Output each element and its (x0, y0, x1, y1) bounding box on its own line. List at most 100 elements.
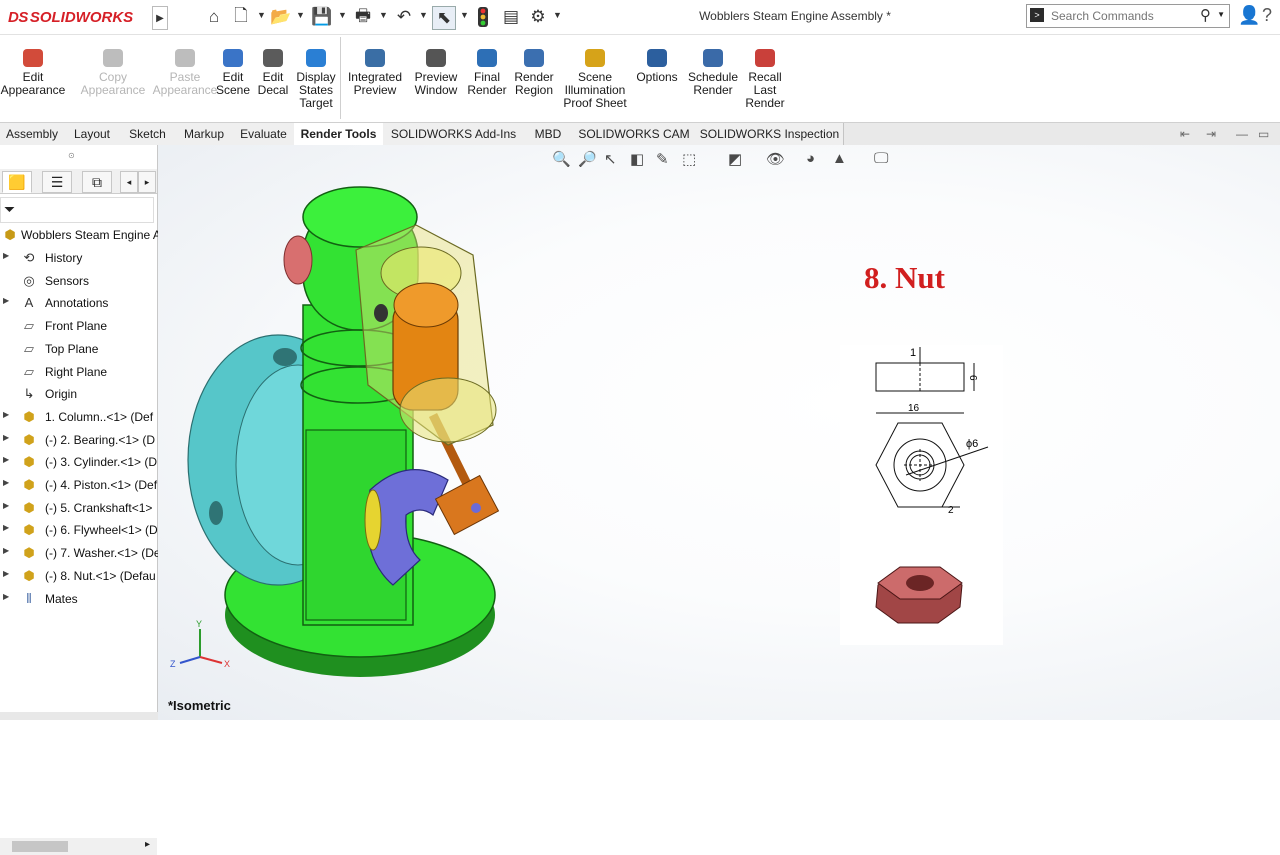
display-states-target-button[interactable]: Display States Target (292, 49, 340, 123)
previous-view-icon[interactable]: ↖ (604, 150, 617, 168)
tree-item[interactable]: ◎ Sensors (0, 270, 157, 292)
solidworks-logo[interactable]: DS SOLIDWORKS (2, 0, 150, 34)
window-restore-icon[interactable]: ⇤ (1180, 127, 1190, 141)
preview-window-button[interactable]: Preview Window (408, 49, 464, 123)
tree-item[interactable]: ▶ ⬢ (-) 4. Piston.<1> (Def (0, 474, 157, 496)
window-next-icon[interactable]: ⇥ (1206, 127, 1216, 141)
zoom-to-area-icon[interactable]: 🔎 (578, 150, 597, 168)
graphics-viewport[interactable]: Y X Z (158, 145, 1280, 720)
tab-assembly[interactable]: Assembly (0, 123, 65, 145)
edit-appearance-icon[interactable]: ◕ (806, 150, 815, 167)
panel-grip-icon[interactable]: ⊙ (68, 151, 75, 160)
open-dropdown-icon[interactable]: ▼ (296, 10, 305, 20)
expand-arrow-icon[interactable]: ▶ (3, 569, 9, 578)
tree-item[interactable]: ▶ ⬢ (-) 5. Crankshaft<1> (0, 497, 157, 519)
tab-solidworks-cam[interactable]: SOLIDWORKS CAM (572, 123, 697, 145)
tree-item[interactable]: ▶ A Annotations (0, 292, 157, 314)
scene-illumination-proofsheet-button[interactable]: Scene Illumination Proof Sheet (558, 49, 632, 123)
scroll-left-icon[interactable]: ◂ (120, 171, 138, 193)
filter-icon[interactable]: ⏷ (4, 201, 15, 218)
feature-manager-tab-icon[interactable]: 🟨 (2, 171, 32, 193)
tree-item[interactable]: ▶ ⬢ (-) 2. Bearing.<1> (D (0, 429, 157, 451)
select-dropdown-icon[interactable]: ▼ (460, 10, 469, 20)
print-dropdown-icon[interactable]: ▼ (379, 10, 388, 20)
tree-item[interactable]: ▶ ⬢ (-) 3. Cylinder.<1> (D (0, 451, 157, 473)
scroll-right-arrow-icon[interactable]: ▸ (145, 839, 150, 850)
window-maximize-icon[interactable]: ▭ (1258, 127, 1269, 141)
tab-solidworks-add-ins[interactable]: SOLIDWORKS Add-Ins (383, 123, 525, 145)
home-icon[interactable]: ⌂ (203, 6, 225, 28)
edit-decal-button[interactable]: Edit Decal (254, 49, 292, 123)
tab-mbd[interactable]: MBD (524, 123, 573, 145)
menu-expand-arrow-icon[interactable]: ▶ (152, 6, 168, 30)
traffic-light-icon[interactable] (475, 6, 491, 28)
search-commands-box[interactable]: > ⚲ ▼ (1026, 4, 1230, 28)
tree-item[interactable]: ▶ ⫴ Mates (0, 588, 157, 610)
tab-layout[interactable]: Layout (64, 123, 121, 145)
expand-arrow-icon[interactable]: ▶ (3, 478, 9, 487)
tree-root-assembly[interactable]: ⬢ Wobblers Steam Engine A (0, 224, 161, 246)
zoom-to-fit-icon[interactable]: 🔍 (552, 150, 571, 168)
print-icon[interactable]: 🖶 (352, 6, 374, 28)
expand-arrow-icon[interactable]: ▶ (3, 546, 9, 555)
scroll-right-icon[interactable]: ▸ (138, 171, 156, 193)
expand-arrow-icon[interactable]: ▶ (3, 410, 9, 419)
user-icon[interactable]: 👤 (1238, 5, 1260, 26)
file-properties-icon[interactable]: ▤ (500, 6, 522, 28)
edit-scene-button[interactable]: Edit Scene (212, 49, 254, 123)
expand-arrow-icon[interactable]: ▶ (3, 501, 9, 510)
tree-item[interactable]: ↳ Origin (0, 383, 157, 405)
tab-markup[interactable]: Markup (175, 123, 234, 145)
tree-item[interactable]: ▶ ⬢ (-) 6. Flywheel<1> (D (0, 519, 158, 541)
view-settings-icon[interactable]: 🖵 (874, 150, 888, 167)
property-manager-tab-icon[interactable]: ☰ (42, 171, 72, 193)
tree-item[interactable]: ▱ Front Plane (0, 315, 157, 337)
new-document-icon[interactable]: 🗋 (230, 6, 252, 28)
tree-item[interactable]: ▶ ⬢ (-) 7. Washer.<1> (De (0, 542, 161, 564)
search-dropdown-icon[interactable]: ▼ (1217, 10, 1225, 19)
options-gear-icon[interactable]: ⚙ (527, 6, 549, 28)
tree-item[interactable]: ▶ ⟲ History (0, 247, 157, 269)
undo-icon[interactable]: ↶ (393, 6, 415, 28)
help-icon[interactable]: ? (1262, 5, 1272, 26)
tab-render-tools[interactable]: Render Tools (294, 123, 384, 145)
apply-scene-icon[interactable]: ▲ (832, 150, 847, 167)
recall-last-render-button[interactable]: Recall Last Render (744, 49, 786, 123)
options-dropdown-icon[interactable]: ▼ (553, 10, 562, 20)
options-button[interactable]: Options (633, 49, 681, 123)
feature-tree-filter[interactable]: ⏷ (0, 197, 154, 223)
final-render-button[interactable]: Final Render (466, 49, 508, 123)
hide-show-items-icon[interactable]: 👁 (766, 150, 785, 168)
edit-appearance-button[interactable]: Edit Appearance (0, 49, 66, 123)
configuration-manager-tab-icon[interactable]: ⧉ (82, 171, 112, 193)
tab-solidworks-inspection[interactable]: SOLIDWORKS Inspection (696, 123, 844, 145)
tree-item[interactable]: ▶ ⬢ 1. Column..<1> (Def (0, 406, 157, 428)
undo-dropdown-icon[interactable]: ▼ (419, 10, 428, 20)
select-arrow-icon[interactable]: ⬉ (432, 6, 456, 30)
save-icon[interactable]: 💾 (311, 6, 333, 28)
window-minimize-icon[interactable]: — (1236, 127, 1248, 141)
expand-arrow-icon[interactable]: ▶ (3, 455, 9, 464)
tab-evaluate[interactable]: Evaluate (233, 123, 295, 145)
tab-sketch[interactable]: Sketch (120, 123, 176, 145)
panel-horizontal-scrollbar[interactable]: ▸ (0, 838, 157, 855)
section-view-icon[interactable]: ◧ (630, 150, 644, 168)
integrated-preview-button[interactable]: Integrated Preview (344, 49, 406, 123)
search-commands-input[interactable] (1049, 7, 1203, 25)
expand-arrow-icon[interactable]: ▶ (3, 433, 9, 442)
save-dropdown-icon[interactable]: ▼ (338, 10, 347, 20)
dynamic-annotation-icon[interactable]: ✎ (656, 150, 669, 168)
expand-arrow-icon[interactable]: ▶ (3, 592, 9, 601)
render-region-button[interactable]: Render Region (510, 49, 558, 123)
view-orientation-icon[interactable]: ⬚ (682, 150, 696, 168)
expand-arrow-icon[interactable]: ▶ (3, 251, 9, 260)
tree-item[interactable]: ▶ ⬢ (-) 8. Nut.<1> (Defau (0, 565, 157, 587)
expand-arrow-icon[interactable]: ▶ (3, 523, 9, 532)
schedule-render-button[interactable]: Schedule Render (684, 49, 742, 123)
assembly-model[interactable]: Y X Z (158, 145, 1280, 720)
open-icon[interactable]: 📂 (270, 6, 292, 28)
new-dropdown-icon[interactable]: ▼ (257, 10, 266, 20)
display-style-icon[interactable]: ◩ (728, 150, 742, 168)
scrollbar-thumb[interactable] (12, 841, 68, 852)
expand-arrow-icon[interactable]: ▶ (3, 296, 9, 305)
